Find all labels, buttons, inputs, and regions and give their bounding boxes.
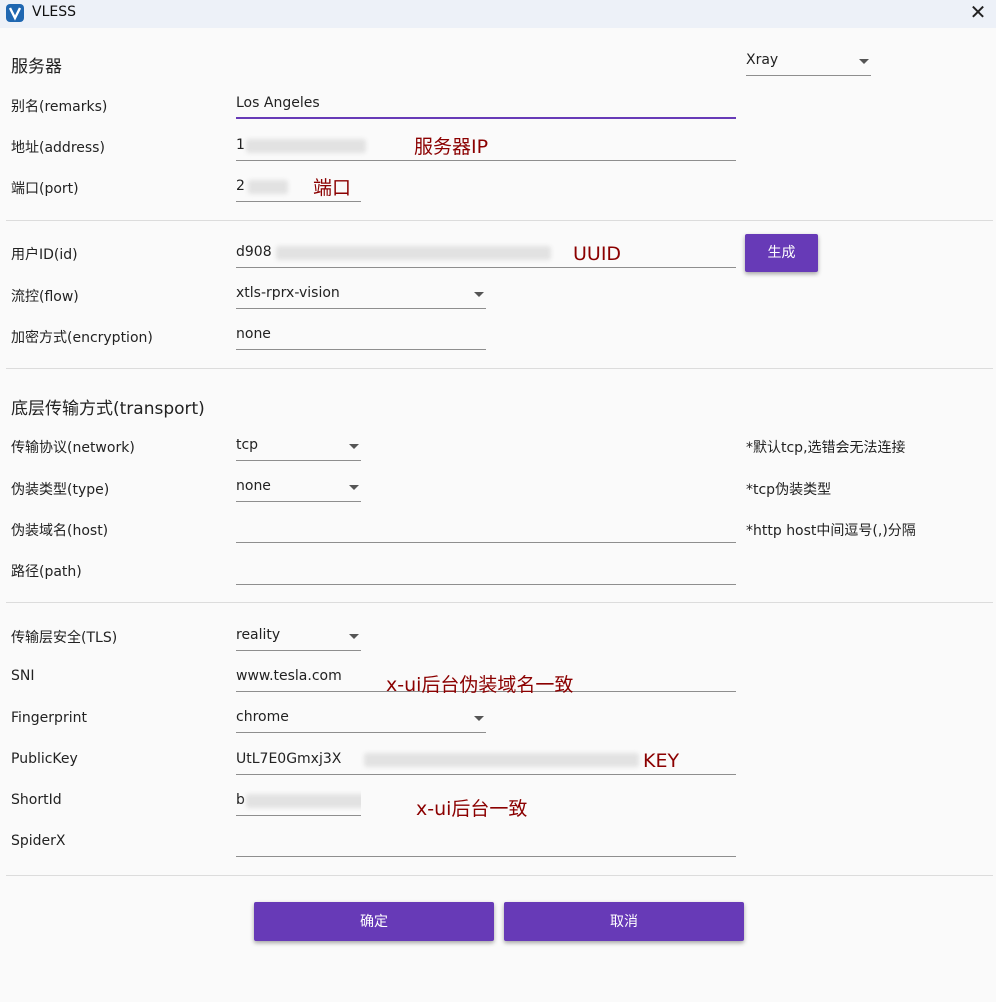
spider-x-label: SpiderX	[11, 833, 66, 849]
sni-label: SNI	[11, 668, 35, 684]
flow-label: 流控(flow)	[11, 289, 79, 305]
short-id-input[interactable]: b	[236, 790, 361, 816]
type-select[interactable]: none	[236, 476, 361, 502]
public-key-value: UtL7E0Gmxj3X	[236, 751, 342, 767]
network-note: *默认tcp,选错会无法连接	[746, 440, 906, 456]
section-divider	[6, 368, 993, 369]
port-value: 2	[236, 178, 245, 194]
section-divider	[6, 875, 993, 876]
annotation-port: 端口	[313, 177, 352, 199]
fingerprint-select[interactable]: chrome	[236, 707, 486, 733]
annotation-sni: x-ui后台伪装域名一致	[386, 674, 574, 696]
flow-value: xtls-rprx-vision	[236, 285, 340, 301]
redaction-blur	[276, 246, 551, 260]
short-id-value: b	[236, 792, 245, 808]
chevron-down-icon	[859, 59, 869, 64]
remarks-label: 别名(remarks)	[11, 99, 108, 115]
v2rayn-logo-icon	[6, 4, 24, 22]
annotation-uuid: UUID	[573, 243, 622, 265]
remarks-value: Los Angeles	[236, 95, 320, 111]
annotation-server-ip: 服务器IP	[414, 136, 489, 158]
security-select[interactable]: reality	[236, 625, 361, 651]
encryption-value: none	[236, 326, 271, 342]
id-value: d908	[236, 244, 272, 260]
id-input[interactable]: d908	[236, 242, 736, 268]
port-label: 端口(port)	[11, 181, 79, 197]
path-input[interactable]	[236, 559, 736, 585]
short-id-label: ShortId	[11, 792, 62, 808]
redaction-blur	[248, 180, 288, 194]
type-note: *tcp伪装类型	[746, 482, 832, 498]
section-divider	[6, 220, 993, 221]
encryption-label: 加密方式(encryption)	[11, 330, 153, 346]
network-label: 传输协议(network)	[11, 440, 135, 456]
remarks-input[interactable]: Los Angeles	[236, 93, 736, 119]
spider-x-input[interactable]	[236, 831, 736, 857]
path-label: 路径(path)	[11, 564, 82, 580]
title-bar: VLESS ✕	[0, 0, 996, 28]
annotation-short-id: x-ui后台一致	[416, 798, 528, 820]
redaction-blur	[246, 139, 366, 153]
fingerprint-value: chrome	[236, 709, 289, 725]
address-label: 地址(address)	[11, 140, 105, 156]
address-value: 1	[236, 137, 245, 153]
cancel-button[interactable]: 取消	[504, 902, 744, 941]
encryption-input[interactable]: none	[236, 324, 486, 350]
host-input[interactable]	[236, 517, 736, 543]
section-divider	[6, 602, 993, 603]
close-icon[interactable]: ✕	[966, 2, 990, 24]
ok-button[interactable]: 确定	[254, 902, 494, 941]
network-select[interactable]: tcp	[236, 435, 361, 461]
chevron-down-icon	[349, 444, 359, 449]
core-type-value: Xray	[746, 52, 779, 68]
id-label: 用户ID(id)	[11, 247, 78, 263]
sni-value: www.tesla.com	[236, 668, 342, 684]
type-value: none	[236, 478, 271, 494]
annotation-key: KEY	[643, 750, 680, 772]
redaction-blur	[364, 753, 639, 767]
type-label: 伪装类型(type)	[11, 482, 110, 498]
transport-heading: 底层传输方式(transport)	[11, 399, 205, 419]
chevron-down-icon	[349, 634, 359, 639]
host-note: *http host中间逗号(,)分隔	[746, 523, 916, 539]
fingerprint-label: Fingerprint	[11, 710, 87, 726]
redaction-blur	[246, 794, 361, 808]
flow-select[interactable]: xtls-rprx-vision	[236, 283, 486, 309]
network-value: tcp	[236, 437, 259, 453]
chevron-down-icon	[474, 292, 484, 297]
security-value: reality	[236, 627, 281, 643]
chevron-down-icon	[474, 716, 484, 721]
generate-button[interactable]: 生成	[745, 234, 818, 272]
security-label: 传输层安全(TLS)	[11, 630, 118, 646]
host-label: 伪装域名(host)	[11, 523, 109, 539]
server-heading: 服务器	[11, 57, 62, 77]
chevron-down-icon	[349, 485, 359, 490]
core-type-select[interactable]: Xray	[746, 50, 871, 76]
public-key-label: PublicKey	[11, 751, 78, 767]
window-title: VLESS	[32, 4, 76, 20]
